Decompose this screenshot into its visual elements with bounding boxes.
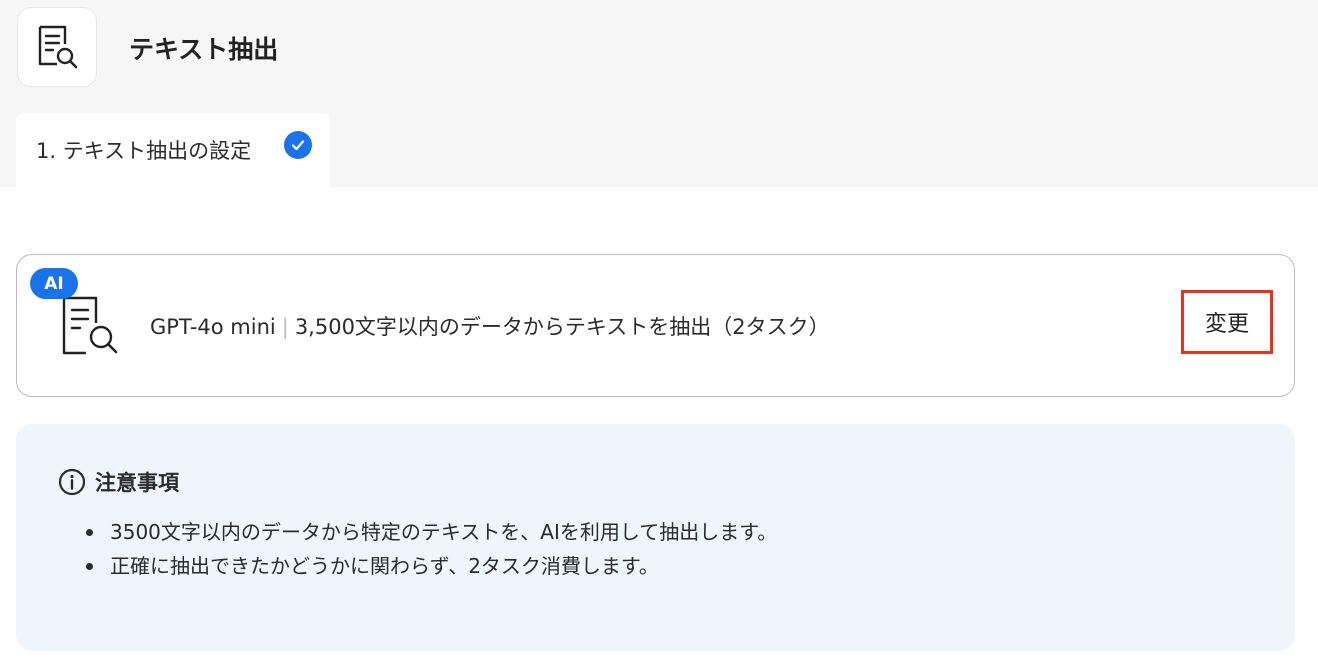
tab-step-1[interactable]: 1. テキスト抽出の設定 [16,113,330,187]
notice-item-text: 正確に抽出できたかどうかに関わらず、2タスク消費します。 [110,554,659,578]
notice-item-text: 3500文字以内のデータから特定のテキストを、AIを利用して抽出します。 [110,520,778,544]
app-icon [17,7,97,87]
list-item: 3500文字以内のデータから特定のテキストを、AIを利用して抽出します。 [86,515,777,549]
document-search-icon [62,296,118,355]
notice-title: 注意事項 [95,471,179,495]
change-button[interactable]: 変更 [1181,290,1273,354]
notice-list: 3500文字以内のデータから特定のテキストを、AIを利用して抽出します。 正確に… [86,515,777,583]
page-title: テキスト抽出 [129,35,279,64]
bullet [86,563,93,570]
ai-badge: AI [30,268,78,299]
tab-step-label: 1. テキスト抽出の設定 [36,139,252,163]
document-search-icon [38,25,78,69]
action-icon [58,293,124,359]
notice-header: 注意事項 [58,467,179,497]
bullet [86,529,93,536]
check-circle-icon [284,131,312,159]
action-description: GPT-4o mini | 3,500文字以内のデータからテキストを抽出（2タスク） [150,311,830,341]
action-detail: 3,500文字以内のデータからテキストを抽出（2タスク） [294,315,830,339]
list-item: 正確に抽出できたかどうかに関わらず、2タスク消費します。 [86,549,777,583]
info-circle-icon [58,468,86,496]
model-name: GPT-4o mini [150,315,276,339]
separator: | [281,315,289,339]
